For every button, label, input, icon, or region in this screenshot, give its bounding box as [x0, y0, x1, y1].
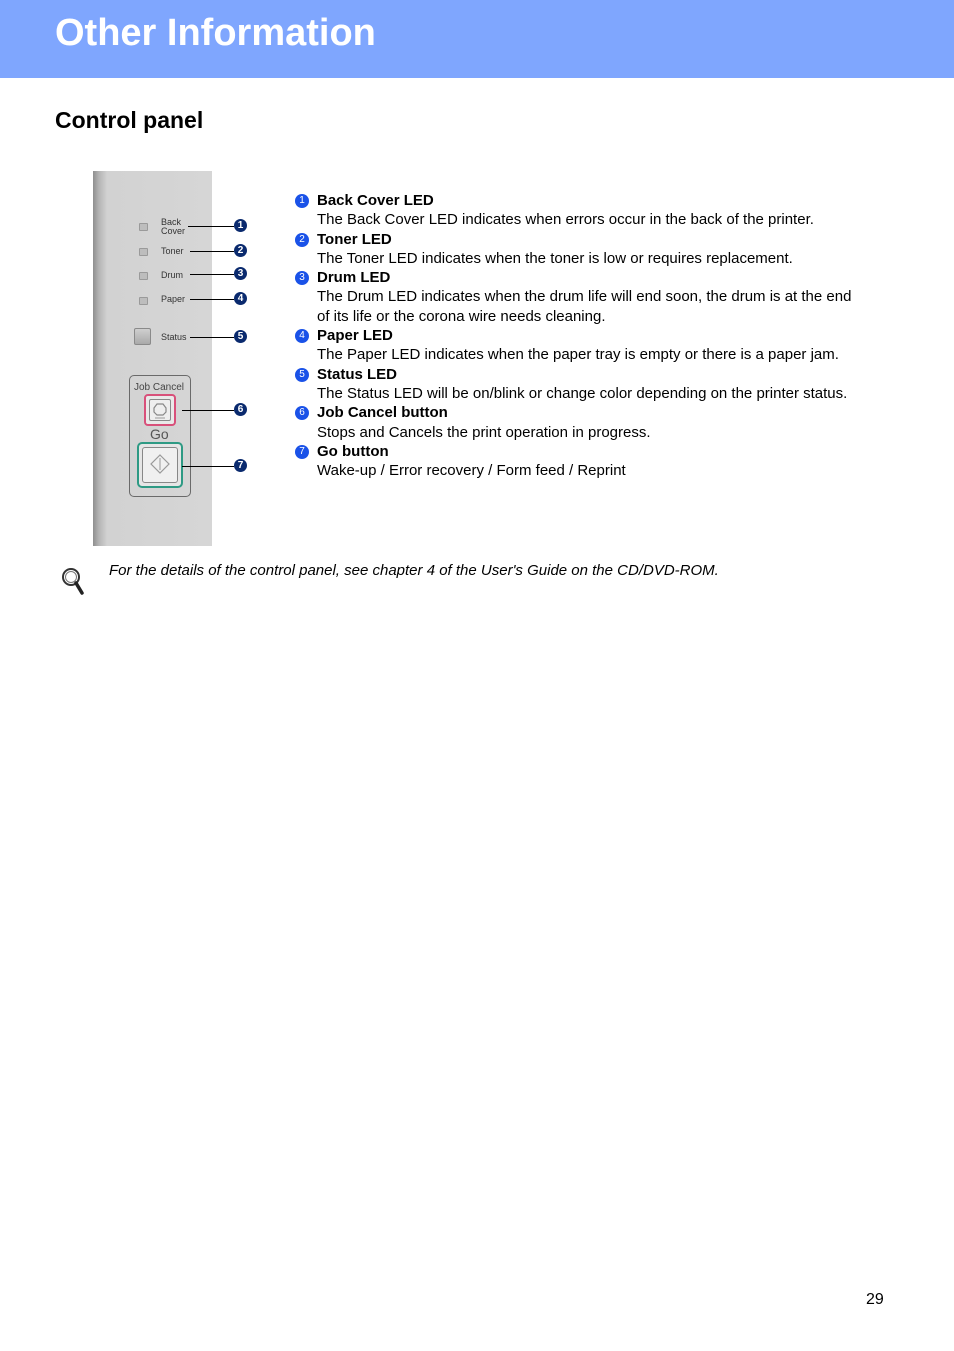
list-item: 4 Paper LED The Paper LED indicates when… — [295, 326, 855, 365]
control-panel-items: 1 Back Cover LED The Back Cover LED indi… — [295, 191, 855, 480]
item-number-badge: 4 — [295, 329, 309, 344]
note-text: For the details of the control panel, se… — [109, 562, 719, 579]
item-title: Status LED — [317, 365, 398, 383]
item-description: The Back Cover LED indicates when errors… — [317, 211, 814, 229]
item-number-badge: 5 — [295, 367, 309, 382]
callout-line — [182, 410, 234, 411]
item-number-badge: 3 — [295, 271, 309, 286]
callout-number: 6 — [234, 403, 247, 416]
item-description: Stops and Cancels the print operation in… — [317, 423, 651, 441]
callout-number: 2 — [234, 244, 247, 257]
callout-line — [190, 274, 234, 275]
paper-led — [139, 297, 148, 305]
header-banner: Other Information — [0, 0, 954, 78]
item-title: Go button — [317, 442, 389, 460]
item-title: Job Cancel button — [317, 404, 448, 422]
list-item: 7 Go button Wake-up / Error recovery / F… — [295, 442, 855, 481]
item-number-badge: 6 — [295, 406, 309, 421]
callout-number: 7 — [234, 459, 247, 472]
job-cancel-label: Job Cancel — [134, 382, 185, 393]
list-item: 2 Toner LED The Toner LED indicates when… — [295, 230, 855, 269]
item-title: Drum LED — [317, 269, 391, 287]
stop-icon — [153, 403, 167, 419]
magnifier-icon — [62, 568, 84, 595]
page-number: 29 — [866, 1291, 884, 1308]
job-cancel-button — [144, 394, 176, 426]
callout-number: 3 — [234, 267, 247, 280]
go-button — [137, 442, 183, 488]
status-led — [134, 328, 151, 345]
status-label: Status — [161, 332, 187, 342]
callout-line — [188, 226, 234, 227]
page-title: Other Information — [55, 12, 376, 54]
callout-number: 1 — [234, 219, 247, 232]
item-description: The Drum LED indicates when the drum lif… — [317, 288, 852, 325]
drum-label: Drum — [161, 270, 183, 280]
item-number-badge: 1 — [295, 194, 309, 208]
item-title: Back Cover LED — [317, 192, 434, 209]
drum-led — [139, 272, 148, 280]
item-description: Wake-up / Error recovery / Form feed / R… — [317, 462, 626, 480]
control-panel-illustration: Back Cover Toner Drum Paper Status Job Ca… — [93, 171, 212, 546]
item-description: The Paper LED indicates when the paper t… — [317, 346, 839, 364]
section-title: Control panel — [55, 107, 204, 133]
paper-label: Paper — [161, 294, 186, 304]
callout-line — [190, 337, 234, 338]
item-title: Toner LED — [317, 230, 392, 248]
callout-line — [190, 251, 234, 252]
callout-number: 5 — [234, 330, 247, 343]
toner-label: Toner — [161, 246, 184, 256]
callout-line — [182, 466, 234, 467]
list-item: 1 Back Cover LED The Back Cover LED indi… — [295, 191, 855, 230]
list-item: 5 Status LED The Status LED will be on/b… — [295, 365, 855, 404]
back-cover-led — [139, 223, 148, 231]
item-description: The Status LED will be on/blink or chang… — [317, 384, 848, 402]
list-item: 3 Drum LED The Drum LED indicates when t… — [295, 268, 855, 326]
item-description: The Toner LED indicates when the toner i… — [317, 249, 793, 267]
callout-number: 4 — [234, 292, 247, 305]
back-cover-label: Back Cover — [161, 217, 186, 236]
go-label: Go — [150, 426, 169, 442]
item-number-badge: 7 — [295, 444, 309, 459]
item-title: Paper LED — [317, 327, 393, 345]
button-group: Job Cancel Go — [129, 375, 191, 497]
callout-line — [190, 299, 234, 300]
toner-led — [139, 248, 148, 256]
item-number-badge: 2 — [295, 232, 309, 247]
go-diamond-icon — [150, 454, 170, 474]
list-item: 6 Job Cancel button Stops and Cancels th… — [295, 403, 855, 442]
